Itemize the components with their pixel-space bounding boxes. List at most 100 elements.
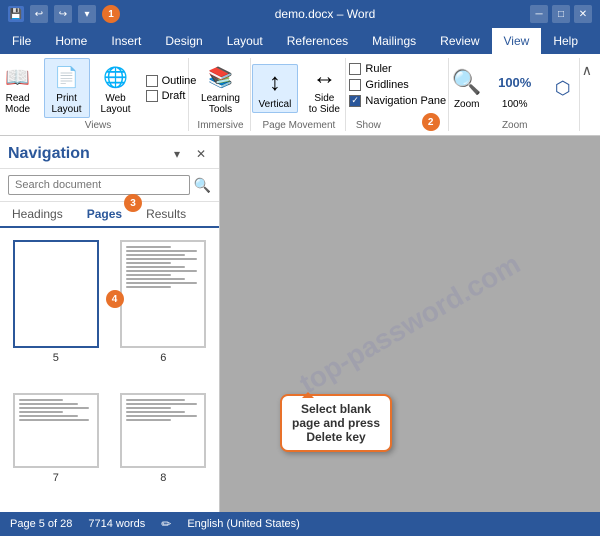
maximize-btn[interactable]: □ [552,5,570,23]
badge-4: 4 [106,290,124,308]
page-thumb-7[interactable]: 7 [8,393,104,501]
page-label-7: 7 [53,472,59,484]
tab-mailings[interactable]: Mailings [360,28,428,54]
tab-design[interactable]: Design [153,28,214,54]
status-bar: Page 5 of 28 7714 words ✏ English (Unite… [0,512,600,536]
print-layout-btn[interactable]: 📄 PrintLayout [44,58,90,118]
line [126,407,170,409]
nav-controls: ▾ ✕ [167,144,211,164]
page-thumb-6[interactable]: 6 4 [116,240,212,381]
page-img-6 [120,240,206,348]
tab-file[interactable]: File [0,28,43,54]
line [126,262,170,264]
word-count: 7714 words [88,518,145,530]
undo-btn[interactable]: ↩ [30,5,48,23]
line [126,246,170,248]
line [126,411,185,413]
zoom-group: 🔍 Zoom 100% 100% ⬡ Zoom [451,58,580,131]
nav-pane-btn[interactable]: Navigation Pane [345,94,450,108]
line [126,415,196,417]
gridlines-checkbox [349,79,361,91]
filename: demo.docx [275,7,334,21]
collapse-ribbon-btn[interactable]: ∧ [582,58,592,131]
line [126,250,196,252]
vertical-label: Vertical [259,99,292,110]
navigation-panel: Navigation ▾ ✕ 🔍 Headings Pages 3 Result… [0,136,220,512]
search-button[interactable]: 🔍 [194,177,211,194]
tab-view[interactable]: View [492,28,542,54]
vertical-icon: ↕ [259,67,291,99]
line [126,278,185,280]
tab-review[interactable]: Review [428,28,491,54]
nav-title: Navigation [8,145,90,163]
tab-headings[interactable]: Headings [0,202,75,226]
web-layout-btn[interactable]: 🌐 WebLayout [94,59,138,117]
learning-tools-btn[interactable]: 📚 LearningTools [195,59,246,117]
edit-mode-icon[interactable]: ✏ [161,517,171,531]
line [126,254,185,256]
show-group-label: Show [356,118,381,131]
immersive-group: 📚 LearningTools Immersive [191,58,251,131]
badge-3: 3 [124,194,142,212]
zoom-more-btn[interactable]: ⬡ [541,70,585,106]
search-input[interactable] [8,175,190,195]
tab-layout[interactable]: Layout [215,28,275,54]
line [126,419,170,421]
tab-help[interactable]: Help [541,28,590,54]
immersive-buttons: 📚 LearningTools [195,58,246,118]
nav-pane-checkbox [349,95,361,107]
page-img-5 [13,240,99,348]
zoom-label: Zoom [454,99,480,110]
customize-btn[interactable]: ▾ [78,5,96,23]
ruler-btn[interactable]: Ruler [345,62,450,76]
page-thumb-5[interactable]: 5 [8,240,104,381]
ruler-checkbox [349,63,361,75]
page-lines-7 [19,399,93,421]
badge-2: 2 [422,113,440,131]
page-movement-group: ↕ Vertical ↔ Sideto Side Page Movement [253,58,346,131]
save-icon[interactable]: 💾 [8,6,24,22]
line [19,407,89,409]
page-label-6: 6 [160,352,166,364]
web-layout-icon: 🌐 [100,61,132,93]
print-layout-icon: 📄 [51,61,83,93]
line [19,419,89,421]
ribbon-content: 📖 ReadMode 📄 PrintLayout 🌐 WebLayout Out… [0,54,600,136]
show-checkboxes: Ruler Gridlines Navigation Pane [345,62,450,108]
side-to-side-btn[interactable]: ↔ Sideto Side [302,59,346,117]
close-btn[interactable]: ✕ [574,5,592,23]
pages-grid: 5 [0,228,219,512]
read-mode-icon: 📖 [2,61,34,93]
nav-close-btn[interactable]: ✕ [191,144,211,164]
gridlines-btn[interactable]: Gridlines [345,78,450,92]
badge-1: 1 [102,5,120,23]
line [126,282,196,284]
views-buttons: 📖 ReadMode 📄 PrintLayout 🌐 WebLayout Out… [0,58,200,118]
tab-insert[interactable]: Insert [99,28,153,54]
tab-home[interactable]: Home [43,28,99,54]
zoom-btn[interactable]: 🔍 Zoom [445,65,489,112]
nav-tabs: Headings Pages 3 Results [0,202,219,228]
page-lines-8 [126,399,200,421]
tab-references[interactable]: References [275,28,360,54]
language: English (United States) [187,518,300,530]
tab-results[interactable]: Results [134,202,198,226]
tab-pages[interactable]: Pages 3 [75,202,134,228]
zoom-buttons: 🔍 Zoom 100% 100% ⬡ [445,58,585,118]
gridlines-label: Gridlines [365,79,408,91]
outline-checkbox [146,75,158,87]
read-mode-label: ReadMode [5,93,30,115]
search-area: 🔍 [0,169,219,202]
zoom-100-btn[interactable]: 100% 100% [493,65,537,112]
nav-pane-label: Navigation Pane [365,95,446,107]
vertical-btn[interactable]: ↕ Vertical [252,64,299,113]
read-mode-btn[interactable]: 📖 ReadMode [0,59,40,117]
redo-btn[interactable]: ↪ [54,5,72,23]
line [126,286,170,288]
line [126,266,185,268]
main-area: Navigation ▾ ✕ 🔍 Headings Pages 3 Result… [0,136,600,512]
page-thumb-8[interactable]: 8 [116,393,212,501]
nav-minimize-btn[interactable]: ▾ [167,144,187,164]
minimize-btn[interactable]: ─ [530,5,548,23]
watermark: top-password.com [294,248,526,400]
